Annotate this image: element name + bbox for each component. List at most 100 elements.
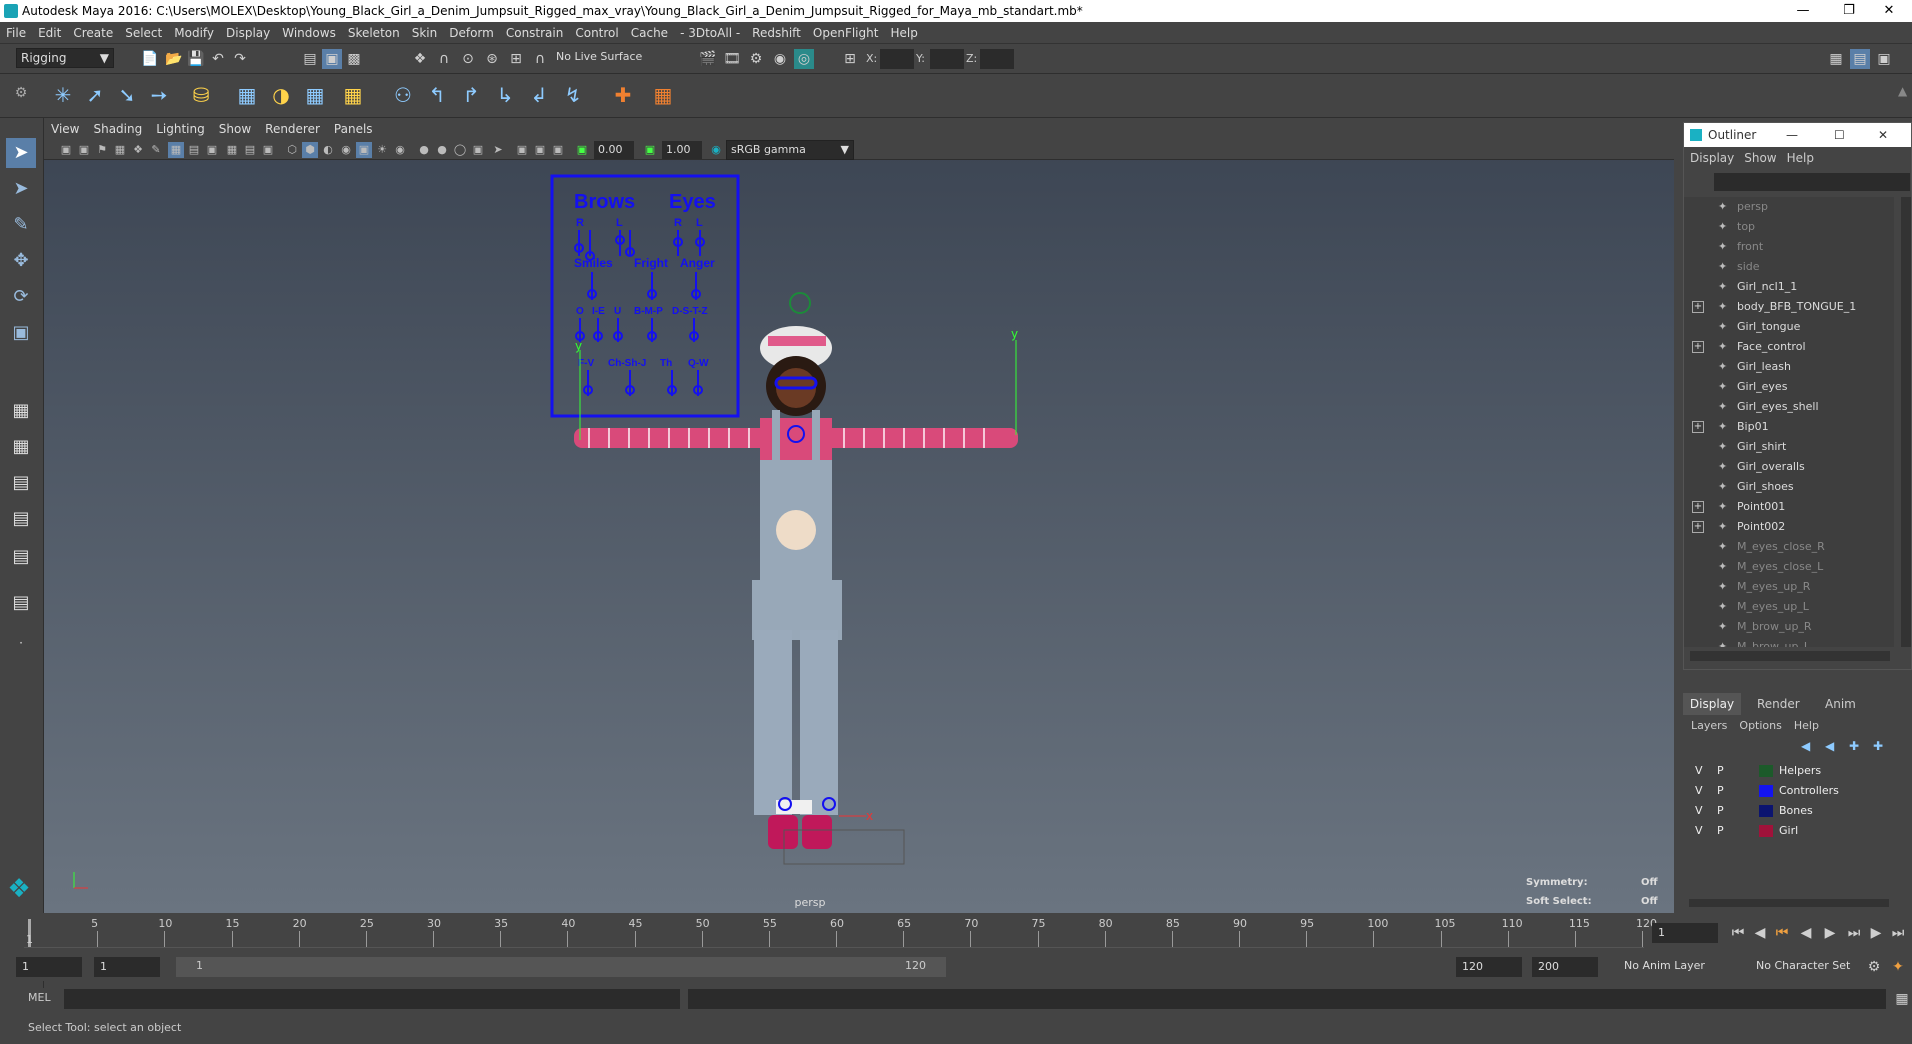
menu-constrain[interactable]: Constrain <box>500 22 570 44</box>
field-chart-icon[interactable]: ▤ <box>242 142 258 158</box>
snap-curve-icon[interactable]: ∩ <box>434 49 454 69</box>
gamma-field[interactable]: 1.00 <box>662 141 702 159</box>
layer-row[interactable]: V P Bones <box>1691 801 1901 821</box>
tool-settings-toggle-icon[interactable]: ▣ <box>1874 49 1894 69</box>
camera-attributes-icon[interactable]: ▣ <box>76 142 92 158</box>
outliner-item[interactable]: + ✦ body_BFB_TONGUE_1 <box>1692 297 1892 317</box>
exposure-field[interactable]: 0.00 <box>594 141 634 159</box>
move-layer-down-icon[interactable]: ◀ <box>1825 739 1834 753</box>
expand-icon[interactable]: + <box>1692 301 1704 313</box>
grease-pencil-icon[interactable]: ✎ <box>148 142 164 158</box>
outliner-item[interactable]: ✦ M_eyes_up_R <box>1692 577 1892 597</box>
expand-icon[interactable]: + <box>1692 501 1704 513</box>
menu-file[interactable]: File <box>0 22 32 44</box>
save-scene-icon[interactable]: 💾 <box>186 49 206 69</box>
x-field[interactable] <box>880 49 914 69</box>
outliner-item[interactable]: ✦ persp <box>1692 197 1892 217</box>
outliner-item[interactable]: ✦ M_brow_up_L <box>1692 637 1892 647</box>
tab-anim[interactable]: Anim <box>1817 693 1864 715</box>
outliner-item[interactable]: ✦ M_eyes_up_L <box>1692 597 1892 617</box>
textured-icon[interactable]: ◉ <box>338 142 354 158</box>
vp-menu-renderer[interactable]: Renderer <box>258 118 327 140</box>
go-to-end-icon[interactable]: ⏭ <box>1888 923 1908 943</box>
side-view-icon[interactable]: ▤ <box>6 468 36 498</box>
depth-of-field-icon[interactable]: ▣ <box>470 142 486 158</box>
point-constraint-icon[interactable]: ↰ <box>422 80 452 110</box>
lattice-icon[interactable]: ▦ <box>300 80 330 110</box>
outliner-item[interactable]: ✦ M_eyes_close_L <box>1692 557 1892 577</box>
maya-home-icon[interactable]: ❖ <box>4 874 34 904</box>
gamma-icon[interactable]: ▣ <box>642 142 658 158</box>
four-view-icon[interactable]: ▦ <box>6 432 36 462</box>
menu-cache[interactable]: Cache <box>625 22 674 44</box>
2d-pan-zoom-icon[interactable]: ❖ <box>130 142 146 158</box>
playback-end-field[interactable]: 120 <box>1456 957 1522 977</box>
anim-end-field[interactable]: 200 <box>1532 957 1598 977</box>
tab-display[interactable]: Display <box>1683 693 1741 715</box>
aim-constraint-icon[interactable]: ↱ <box>456 80 486 110</box>
layer-color-swatch[interactable] <box>1759 805 1773 817</box>
live-surface-label[interactable]: No Live Surface <box>556 50 642 63</box>
outliner-menu-show[interactable]: Show <box>1744 151 1776 165</box>
more-layouts-icon[interactable]: · <box>6 628 36 658</box>
time-slider[interactable]: 1 5 10 15 20 25 30 35 40 45 50 55 60 65 70 75 80 85 90 95 1… <box>0 913 1912 955</box>
play-backward-icon[interactable]: ◀ <box>1796 923 1816 943</box>
outliner-hscrollbar[interactable] <box>1690 651 1890 661</box>
layer-playback-toggle[interactable]: P <box>1717 781 1724 801</box>
vp-menu-panels[interactable]: Panels <box>327 118 380 140</box>
shelf-scroll-icon[interactable]: ▲ <box>1898 84 1907 98</box>
color-management-icon[interactable]: ◉ <box>708 142 724 158</box>
playback-start-field[interactable]: 1 <box>94 957 160 977</box>
ik-handle-icon[interactable]: ➚ <box>80 80 110 110</box>
character-girl[interactable] <box>574 326 1018 865</box>
snap-view-icon[interactable]: ⊛ <box>482 49 502 69</box>
joint-tool-icon[interactable]: ✳ <box>48 80 78 110</box>
perspective-layout-icon[interactable]: ▤ <box>6 588 36 618</box>
snap-grid-icon[interactable]: ❖ <box>410 49 430 69</box>
expand-icon[interactable]: + <box>1692 521 1704 533</box>
close-icon[interactable]: ✕ <box>1866 0 1912 22</box>
layer-row[interactable]: V P Controllers <box>1691 781 1901 801</box>
shadows-icon[interactable]: ☀ <box>374 142 390 158</box>
rotate-tool-icon[interactable]: ⟳ <box>6 282 36 312</box>
xform-mode-icon[interactable]: ⊞ <box>840 49 860 69</box>
menu-help[interactable]: Help <box>884 22 923 44</box>
menu-display[interactable]: Display <box>220 22 276 44</box>
menu-openflight[interactable]: OpenFlight <box>807 22 885 44</box>
hik-icon[interactable]: ⛁ <box>186 80 216 110</box>
xray-active-icon[interactable]: ▣ <box>532 142 548 158</box>
menu-modify[interactable]: Modify <box>168 22 220 44</box>
new-scene-icon[interactable]: 📄 <box>140 49 160 69</box>
menu-deform[interactable]: Deform <box>443 22 500 44</box>
outliner-item[interactable]: ✦ side <box>1692 257 1892 277</box>
motion-blur-icon[interactable]: ● <box>434 142 450 158</box>
new-layer-selected-icon[interactable]: ✚ <box>1873 739 1883 753</box>
xray-joints-icon[interactable]: ▣ <box>514 142 530 158</box>
select-hierarchy-icon[interactable]: ▤ <box>300 49 320 69</box>
paint-select-icon[interactable]: ✎ <box>6 210 36 240</box>
undo-icon[interactable]: ↶ <box>208 49 228 69</box>
outliner-item[interactable]: ✦ Girl_ncl1_1 <box>1692 277 1892 297</box>
mode-dropdown[interactable]: Rigging ▼ <box>16 48 114 68</box>
layer-menu-layers[interactable]: Layers <box>1691 719 1727 732</box>
layer-hscrollbar[interactable] <box>1689 899 1889 907</box>
bind-skin-icon[interactable]: ▦ <box>232 80 262 110</box>
vp-menu-shading[interactable]: Shading <box>86 118 149 140</box>
layer-visibility-toggle[interactable]: V <box>1695 761 1703 781</box>
z-field[interactable] <box>980 49 1014 69</box>
channel-box-toggle-icon[interactable]: ▦ <box>1826 49 1846 69</box>
menu-control[interactable]: Control <box>569 22 624 44</box>
go-to-start-icon[interactable]: ⏮ <box>1728 923 1748 943</box>
anim-start-field[interactable]: 1 <box>16 957 82 977</box>
pole-vector-icon[interactable]: ↯ <box>558 80 588 110</box>
move-tool-icon[interactable]: ✥ <box>6 246 36 276</box>
mel-label[interactable]: MEL <box>28 991 51 1004</box>
layer-playback-toggle[interactable]: P <box>1717 801 1724 821</box>
move-layer-up-icon[interactable]: ◀ <box>1801 739 1810 753</box>
connect-joint-icon[interactable]: ▦ <box>648 80 678 110</box>
open-scene-icon[interactable]: 📂 <box>164 49 184 69</box>
layer-row[interactable]: V P Helpers <box>1691 761 1901 781</box>
anti-aliasing-icon[interactable]: ◯ <box>452 142 468 158</box>
layer-color-swatch[interactable] <box>1759 825 1773 837</box>
ambient-occlusion-icon[interactable]: ● <box>416 142 432 158</box>
